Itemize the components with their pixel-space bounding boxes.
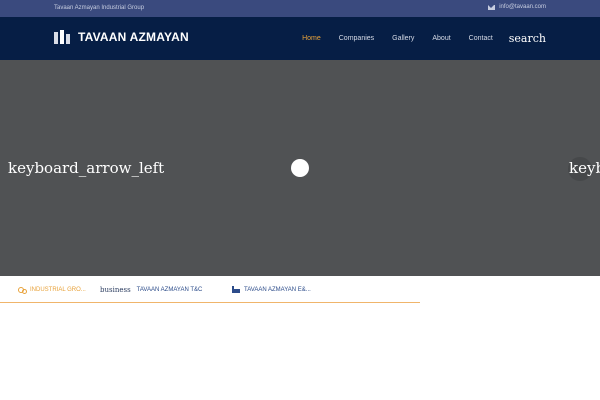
main-navbar: TAVAAN AZMAYAN Home Companies Gallery Ab… [0,17,600,60]
menu-item-contact[interactable]: Contact [469,35,493,42]
email-link[interactable]: info@tavaan.com [499,4,546,10]
brand[interactable]: TAVAAN AZMAYAN [54,30,189,44]
top-bar: Tavaan Azmayan Industrial Group info@tav… [0,0,600,17]
brand-name: TAVAAN AZMAYAN [78,30,189,44]
menu-item-home[interactable]: Home [302,35,321,42]
search-icon[interactable]: search [509,32,546,45]
business-icon: business [100,285,131,294]
slider-next-button[interactable]: keyboard_arrow_right [568,157,600,181]
mail-icon [488,4,496,10]
company-group-text: Tavaan Azmayan Industrial Group [54,5,145,11]
tab-tavaan-tc[interactable]: business TAVAAN AZMAYAN T&C [100,276,202,303]
slider-indicator[interactable] [291,159,309,177]
tab-industrial-group[interactable]: INDUSTRIAL GRO... [18,276,86,303]
contact-email[interactable]: info@tavaan.com [488,4,546,10]
tab-label: INDUSTRIAL GRO... [30,286,86,293]
tab-label: TAVAAN AZMAYAN E&... [244,286,311,293]
menu-item-companies[interactable]: Companies [339,35,374,42]
menu-item-about[interactable]: About [432,35,450,42]
hero-slider: keyboard_arrow_left keyboard_arrow_right [0,60,600,276]
menu-item-gallery[interactable]: Gallery [392,35,414,42]
industry-icon [232,286,240,293]
tab-tavaan-ei[interactable]: TAVAAN AZMAYAN E&... [232,276,311,303]
tavaan-logo-icon [54,30,70,44]
company-tabs: INDUSTRIAL GRO... business TAVAAN AZMAYA… [0,276,420,303]
tab-label: TAVAAN AZMAYAN T&C [136,286,203,293]
slider-next-label: keyboard_arrow_right [569,159,600,177]
gears-icon [18,286,27,294]
main-menu: Home Companies Gallery About Contact sea… [284,17,546,60]
slider-prev-button[interactable]: keyboard_arrow_left [8,159,164,177]
